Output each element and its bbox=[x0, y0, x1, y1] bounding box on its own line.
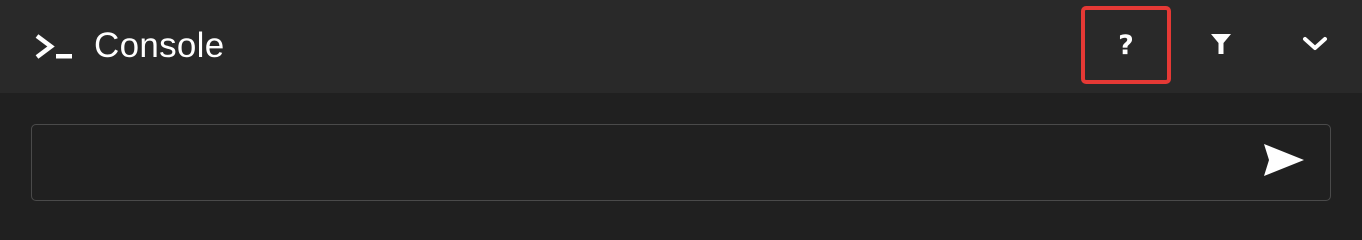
console-header: Console ? bbox=[0, 0, 1362, 93]
chevron-down-icon bbox=[1302, 36, 1328, 57]
send-button[interactable] bbox=[1260, 141, 1308, 183]
filter-icon bbox=[1210, 32, 1232, 61]
filter-button[interactable] bbox=[1196, 21, 1246, 71]
console-panel: Console ? bbox=[0, 0, 1362, 232]
help-button[interactable]: ? bbox=[1081, 6, 1171, 84]
send-icon bbox=[1262, 142, 1306, 183]
help-icon: ? bbox=[1118, 29, 1134, 61]
terminal-prompt-icon bbox=[34, 33, 74, 61]
console-input[interactable] bbox=[46, 125, 1250, 202]
collapse-button[interactable] bbox=[1290, 21, 1340, 71]
panel-title: Console bbox=[94, 26, 225, 65]
console-input-container bbox=[31, 124, 1331, 202]
